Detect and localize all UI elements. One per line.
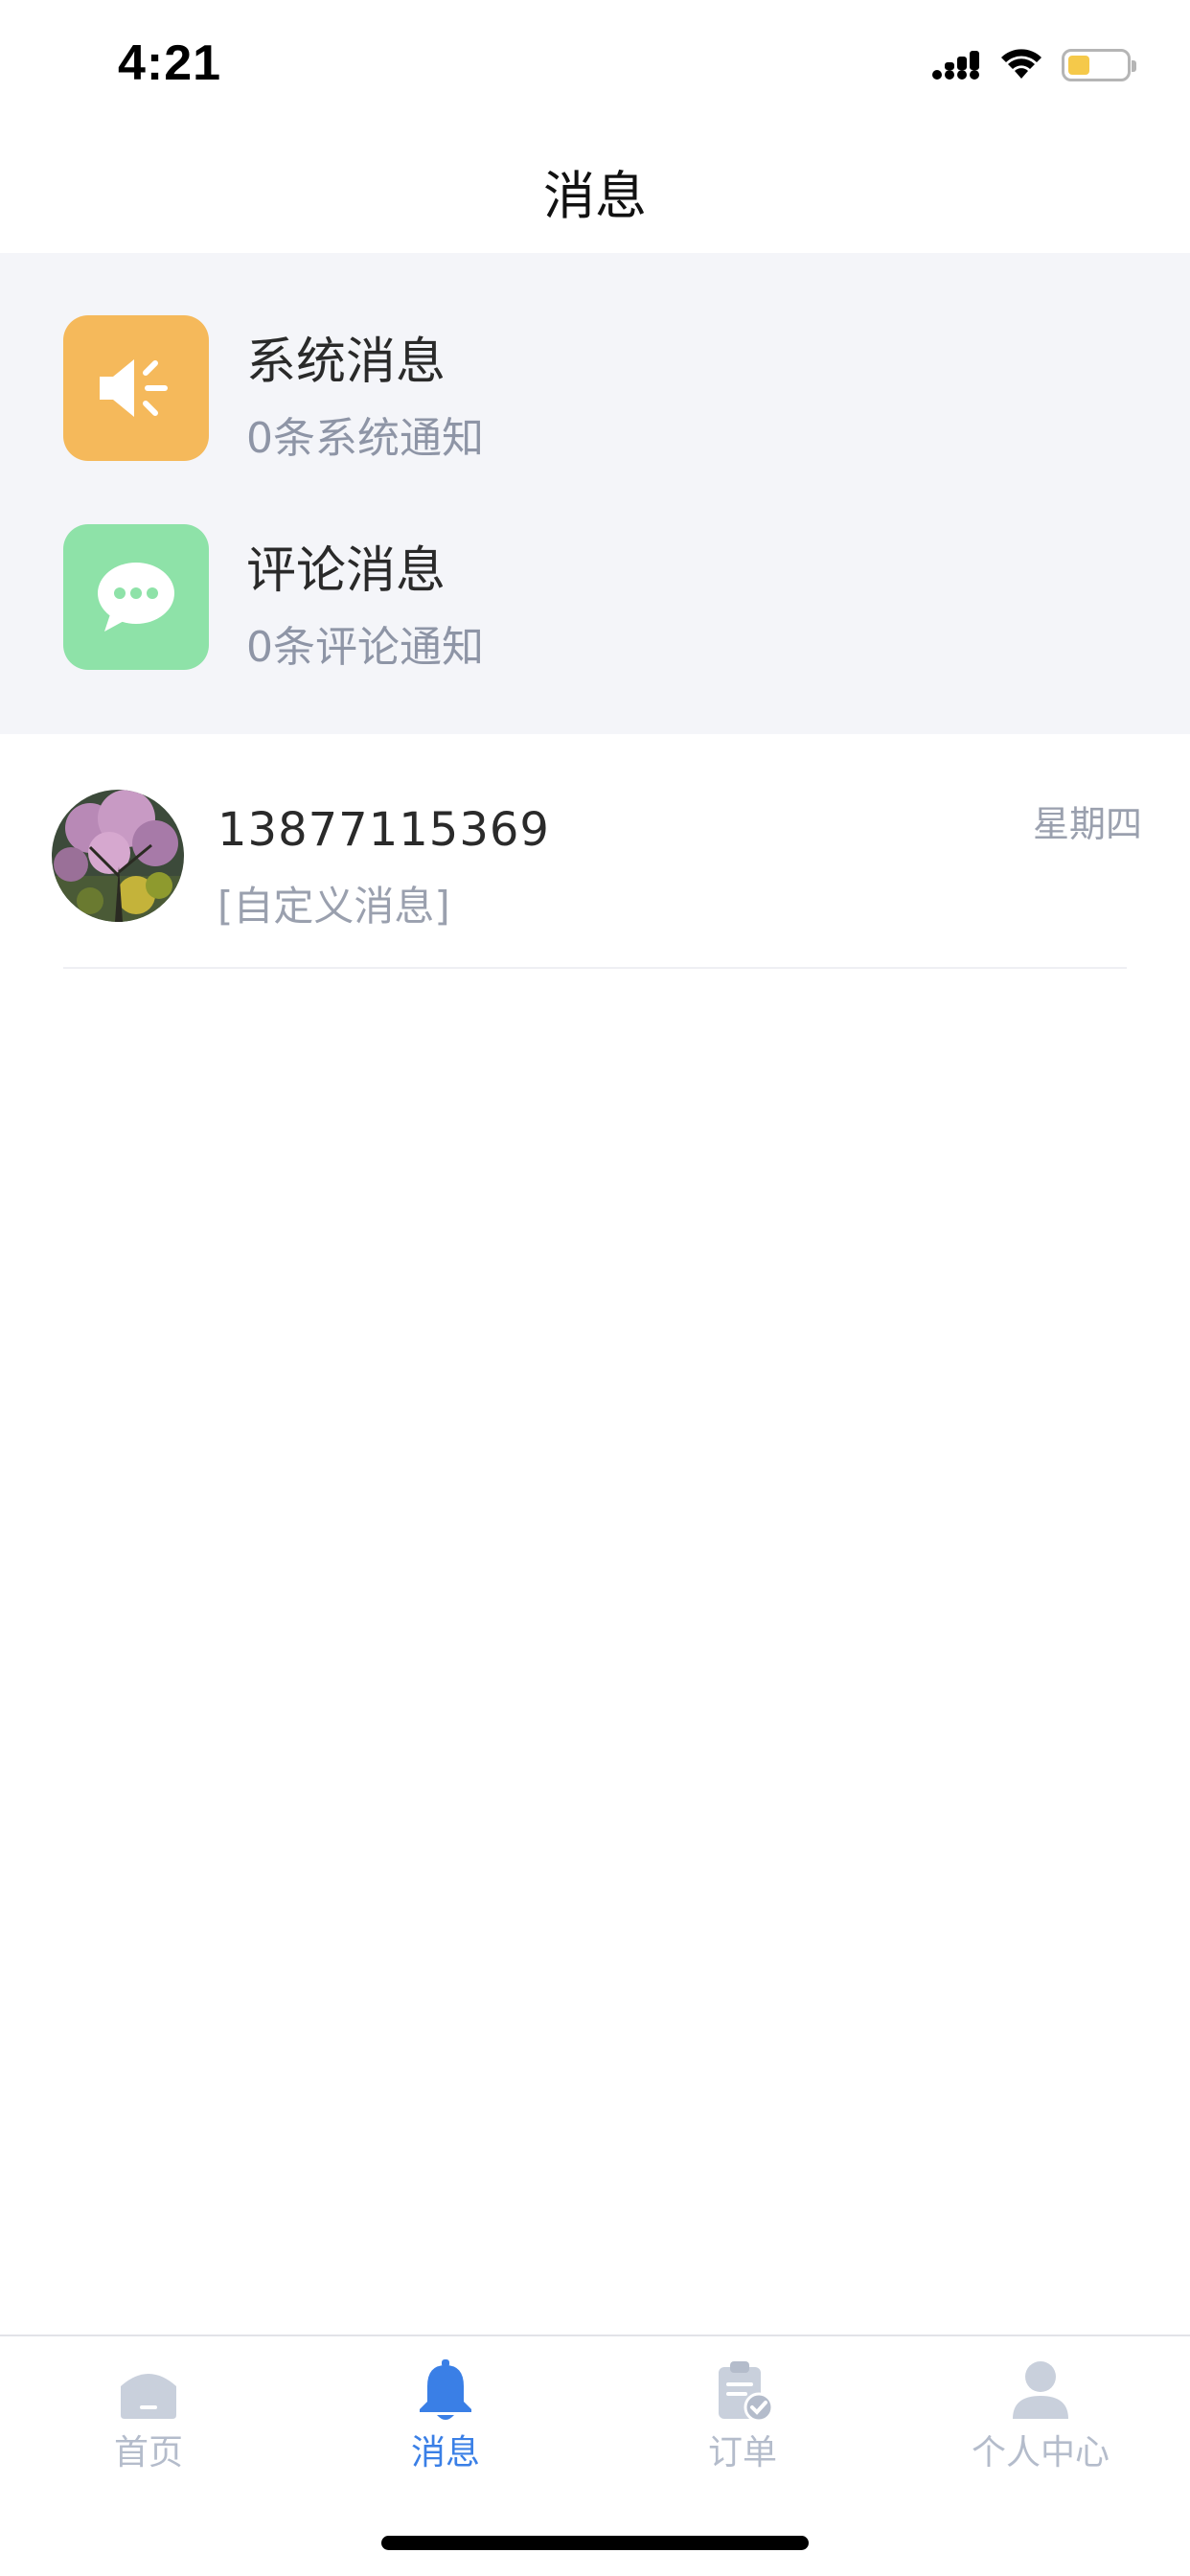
battery-cap — [1132, 60, 1136, 72]
bell-icon — [420, 2359, 471, 2420]
signal-icon — [932, 51, 979, 80]
divider — [63, 967, 1127, 969]
status-time: 4:21 — [118, 35, 222, 91]
status-bar: 4:21 — [0, 0, 1190, 128]
chat-contact-name: 13877115369 — [217, 803, 550, 857]
battery-icon — [1062, 49, 1136, 81]
tab-orders[interactable]: 订单 — [594, 2336, 891, 2480]
nav-header: 消息 — [0, 128, 1190, 253]
battery-level — [1068, 56, 1089, 75]
chat-time: 星期四 — [1032, 803, 1142, 845]
status-icons — [931, 42, 1136, 88]
system-message-item[interactable]: 系统消息 0条系统通知 — [63, 315, 1117, 463]
tab-profile[interactable]: 个人中心 — [892, 2336, 1189, 2480]
chat-list-item[interactable]: 13877115369 [自定义消息] 星期四 — [0, 734, 1190, 969]
tab-messages[interactable]: 消息 — [297, 2336, 594, 2480]
comment-message-title: 评论消息 — [246, 542, 446, 600]
tab-label: 订单 — [707, 2433, 777, 2472]
messages-screen: 4:21 消息 系统消息 0条系统通知 评论消息 0条评论通知 13877115… — [0, 0, 1190, 2576]
comment-message-item[interactable]: 评论消息 0条评论通知 — [63, 524, 1117, 672]
chat-bubble-icon — [63, 524, 209, 670]
tab-label: 个人中心 — [971, 2433, 1110, 2472]
avatar — [52, 790, 184, 922]
wifi-icon — [1001, 49, 1041, 79]
megaphone-icon — [63, 315, 209, 461]
notice-section: 系统消息 0条系统通知 评论消息 0条评论通知 — [0, 253, 1190, 734]
tab-label: 消息 — [410, 2433, 480, 2472]
clipboard-check-icon — [719, 2361, 774, 2423]
system-message-count: 0条系统通知 — [246, 414, 484, 463]
home-indicator[interactable] — [381, 2536, 809, 2550]
tab-home[interactable]: 首页 — [0, 2336, 297, 2480]
system-message-title: 系统消息 — [246, 334, 446, 391]
page-title: 消息 — [543, 165, 647, 226]
chat-preview: [自定义消息] — [217, 883, 450, 930]
tab-label: 首页 — [113, 2433, 183, 2472]
home-icon — [121, 2374, 176, 2419]
person-icon — [1013, 2361, 1068, 2419]
comment-message-count: 0条评论通知 — [246, 623, 484, 672]
